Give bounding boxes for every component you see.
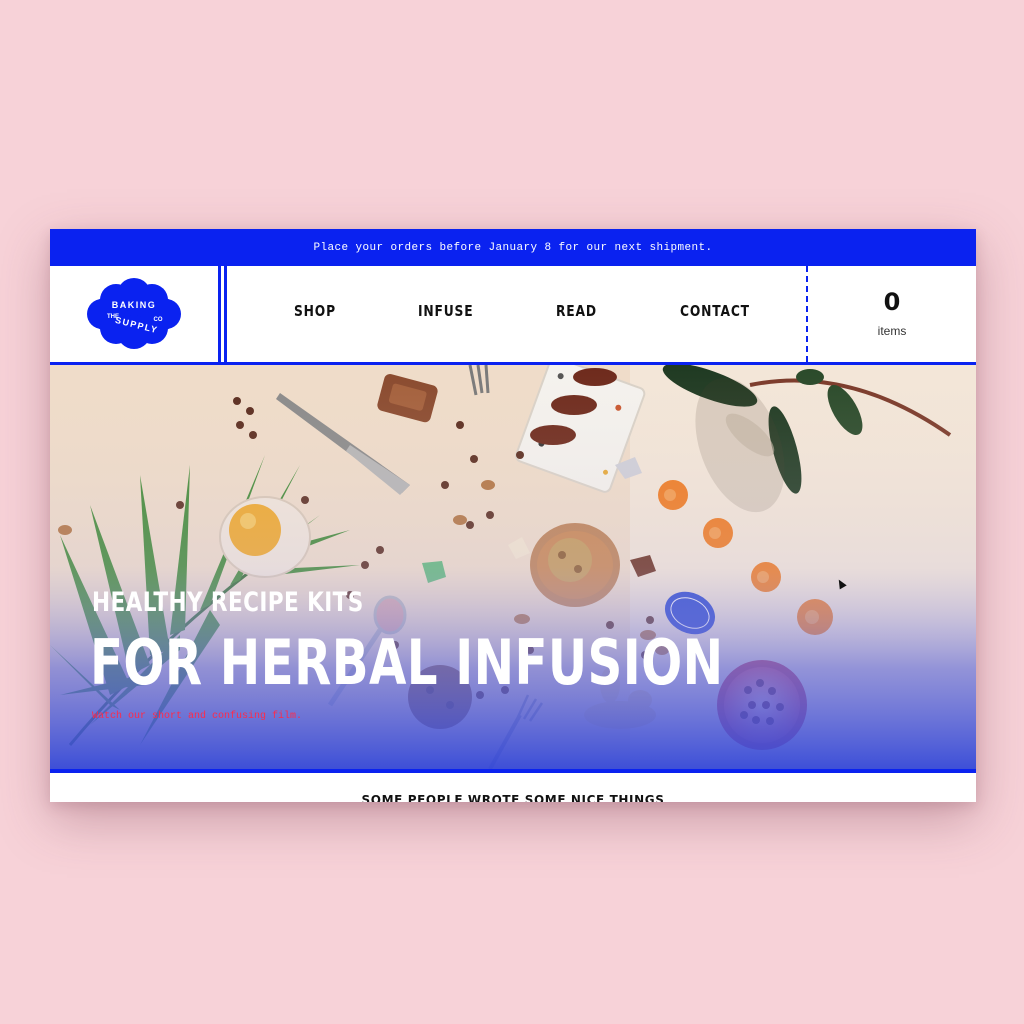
- hero-image: [50, 365, 976, 769]
- main-nav: SHOP INFUSE READ CONTACT: [224, 266, 809, 362]
- nav-contact[interactable]: CONTACT: [680, 302, 750, 320]
- announcement-text: Place your orders before January 8 for o…: [313, 241, 713, 254]
- logo-link[interactable]: BAKING THE SUPPLY CO: [50, 266, 221, 362]
- hero-title: FOR HERBAL INFUSION: [90, 626, 724, 699]
- cart-button[interactable]: 0 items: [806, 266, 976, 362]
- testimonials-heading: SOME PEOPLE WROTE SOME NICE THINGS: [361, 793, 665, 802]
- hero-banner: HEALTHY RECIPE KITS FOR HERBAL INFUSION …: [50, 365, 976, 773]
- film-link[interactable]: Watch our short and confusing film.: [92, 711, 302, 722]
- cart-count: 0: [883, 288, 901, 316]
- nav-read[interactable]: READ: [556, 302, 597, 320]
- browser-window: Place your orders before January 8 for o…: [50, 229, 976, 802]
- logo-word-right: CO: [154, 317, 163, 323]
- announcement-bar: Place your orders before January 8 for o…: [50, 229, 976, 266]
- nav-shop[interactable]: SHOP: [294, 302, 336, 320]
- site-header: BAKING THE SUPPLY CO SHOP INFUSE READ CO…: [50, 266, 976, 365]
- cart-label: items: [877, 324, 907, 338]
- cloud-logo-icon: BAKING THE SUPPLY CO: [87, 278, 181, 349]
- hero-subtitle: HEALTHY RECIPE KITS: [92, 587, 364, 618]
- logo-word-top: BAKING: [112, 300, 157, 310]
- nav-infuse[interactable]: INFUSE: [418, 302, 473, 320]
